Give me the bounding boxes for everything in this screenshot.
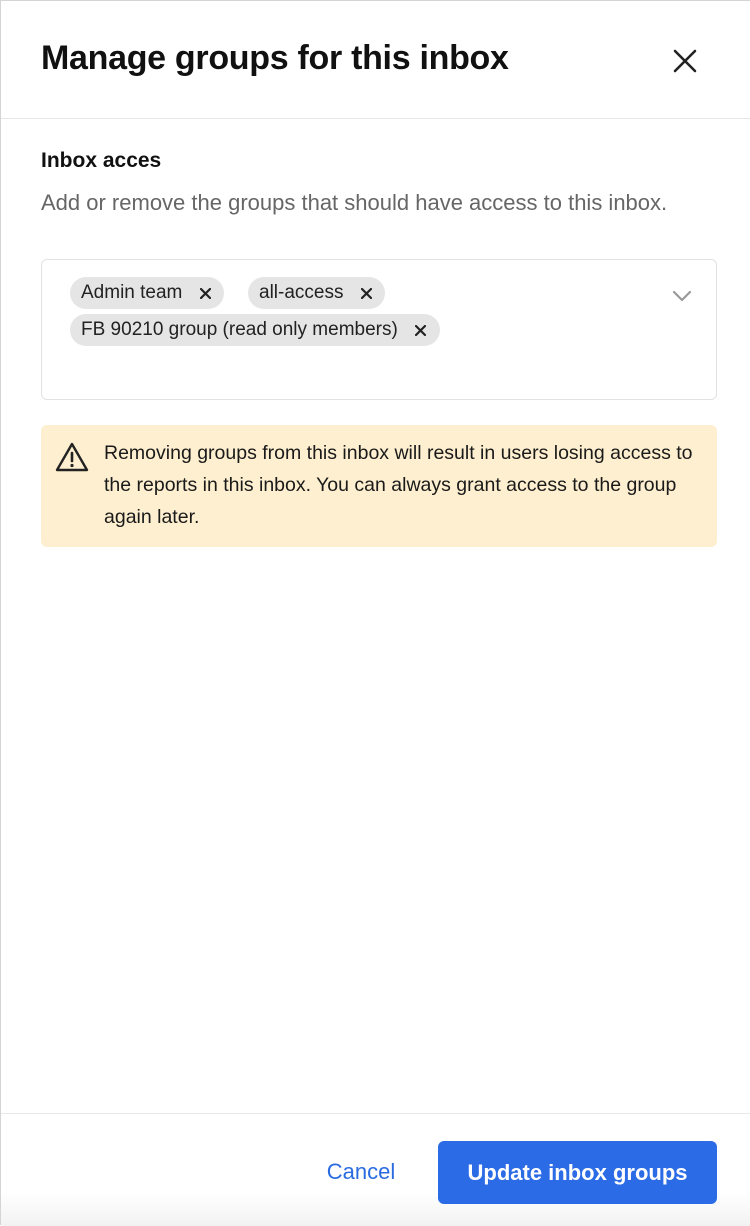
warning-text: Removing groups from this inbox will res… <box>104 442 693 528</box>
remove-chip-icon <box>360 287 372 299</box>
group-chip: Admin team <box>70 277 225 309</box>
remove-chip-button[interactable] <box>357 284 375 302</box>
group-chip-label: Admin team <box>81 282 183 303</box>
modal-title: Manage groups for this inbox <box>41 39 509 77</box>
modal-header: Manage groups for this inbox <box>1 1 750 119</box>
warning-banner: Removing groups from this inbox will res… <box>41 425 717 547</box>
close-icon <box>673 49 697 73</box>
groups-multiselect[interactable]: Admin team all-access FB 90210 group (re… <box>41 259 717 400</box>
remove-chip-button[interactable] <box>412 321 430 339</box>
group-chip-label: FB 90210 group (read only members) <box>81 319 398 340</box>
modal-footer: Cancel Update inbox groups <box>1 1113 750 1226</box>
inbox-access-description: Add or remove the groups that should hav… <box>41 190 668 215</box>
remove-chip-button[interactable] <box>196 284 214 302</box>
inbox-access-label: Inbox acces <box>41 149 162 172</box>
close-button[interactable] <box>665 41 705 81</box>
group-chip-label: all-access <box>259 282 344 303</box>
manage-groups-modal: Manage groups for this inbox Inbox acces… <box>0 0 750 1226</box>
chevron-down-icon <box>672 290 692 302</box>
remove-chip-icon <box>415 324 427 336</box>
cancel-button[interactable]: Cancel <box>301 1142 421 1202</box>
warning-triangle-icon <box>55 442 89 472</box>
remove-chip-icon <box>199 287 211 299</box>
update-inbox-groups-button[interactable]: Update inbox groups <box>438 1141 717 1204</box>
dropdown-toggle[interactable] <box>668 284 696 308</box>
group-chip: all-access <box>248 277 386 309</box>
group-chip: FB 90210 group (read only members) <box>70 314 440 346</box>
